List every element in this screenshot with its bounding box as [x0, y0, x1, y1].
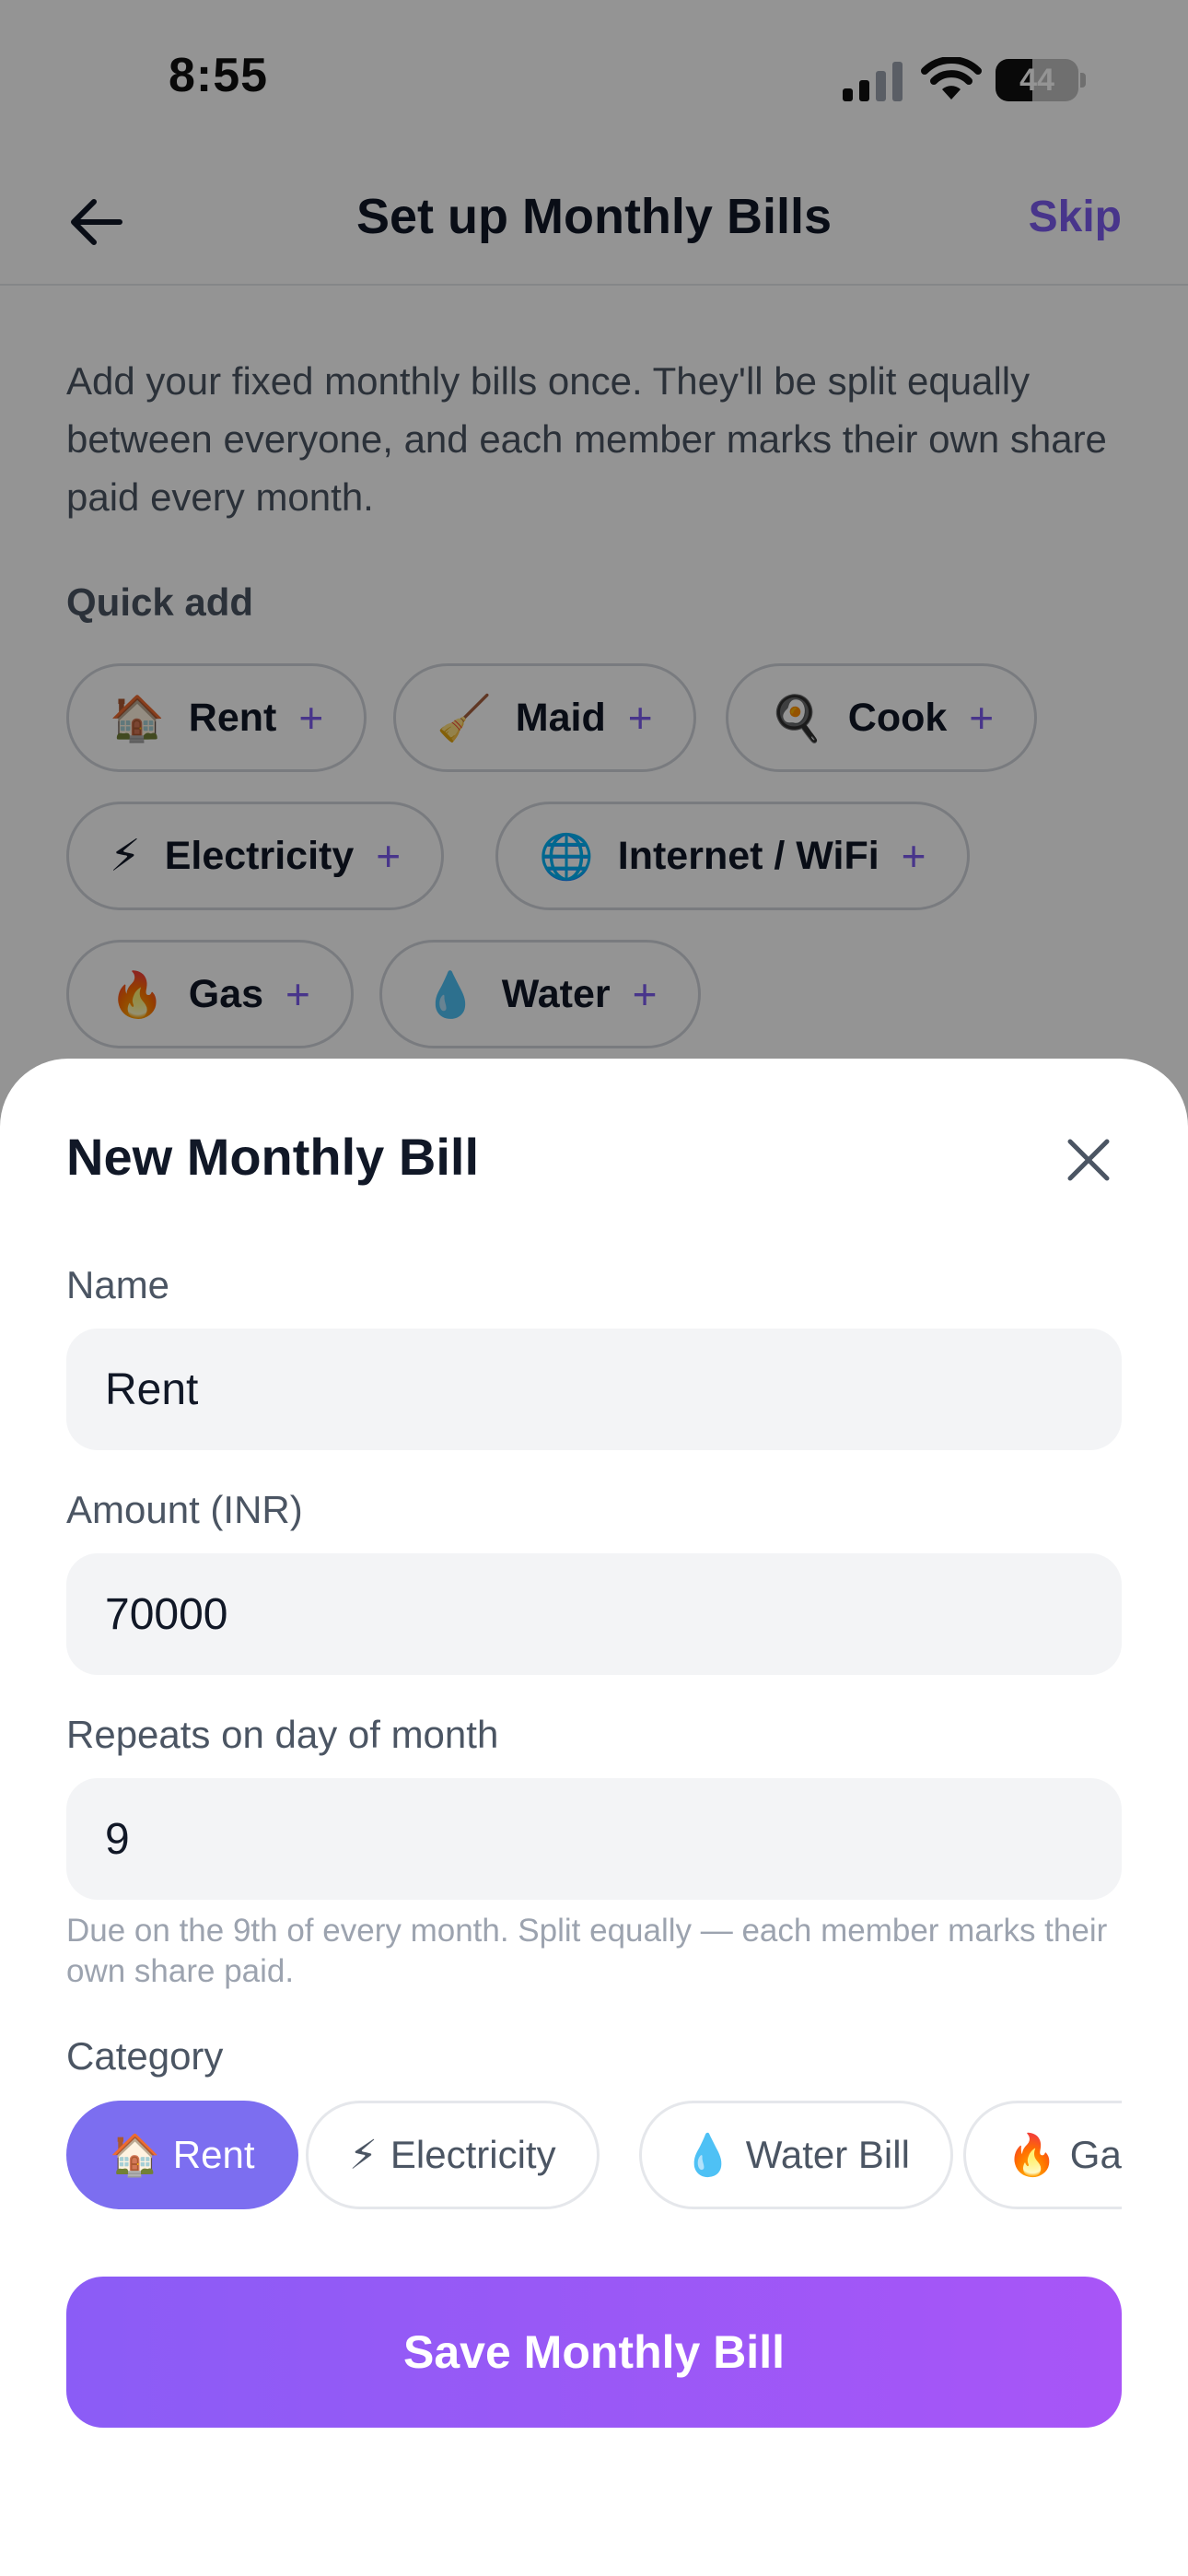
- category-chip-electricity[interactable]: ⚡ Electricity: [306, 2101, 600, 2209]
- category-chip-label: Gas: [1069, 2133, 1122, 2176]
- repeat-day-field[interactable]: 9: [66, 1778, 1122, 1900]
- new-monthly-bill-sheet: New Monthly Bill Name Rent Amount (INR) …: [0, 1059, 1188, 2576]
- save-monthly-bill-button[interactable]: Save Monthly Bill: [66, 2277, 1122, 2428]
- category-selector: 🏠 Rent ⚡ Electricity 💧 Water Bill 🔥 Gas: [66, 2101, 1122, 2211]
- category-chip-gas[interactable]: 🔥 Gas: [963, 2101, 1122, 2209]
- category-chip-water-bill[interactable]: 💧 Water Bill: [639, 2101, 953, 2209]
- lightning-icon: ⚡: [349, 2131, 378, 2179]
- category-chip-label: Rent: [172, 2133, 255, 2176]
- repeat-day-value: 9: [105, 1814, 130, 1864]
- repeat-day-label: Repeats on day of month: [66, 1713, 499, 1756]
- name-value: Rent: [105, 1364, 199, 1414]
- amount-label: Amount (INR): [66, 1488, 303, 1531]
- water-drop-icon: 💧: [682, 2132, 733, 2179]
- sheet-title: New Monthly Bill: [66, 1128, 479, 1186]
- due-helper-text: Due on the 9th of every month. Split equ…: [66, 1913, 1108, 1989]
- close-icon[interactable]: [1061, 1132, 1116, 1188]
- name-field[interactable]: Rent: [66, 1329, 1122, 1450]
- amount-field[interactable]: 70000: [66, 1553, 1122, 1675]
- category-label: Category: [66, 2034, 224, 2078]
- category-chip-label: Water Bill: [745, 2133, 910, 2176]
- category-chip-rent[interactable]: 🏠 Rent: [66, 2101, 298, 2209]
- category-chip-label: Electricity: [390, 2133, 556, 2176]
- fire-icon: 🔥: [1007, 2132, 1057, 2179]
- house-icon: 🏠: [110, 2132, 160, 2179]
- amount-value: 70000: [105, 1589, 228, 1639]
- name-label: Name: [66, 1263, 170, 1306]
